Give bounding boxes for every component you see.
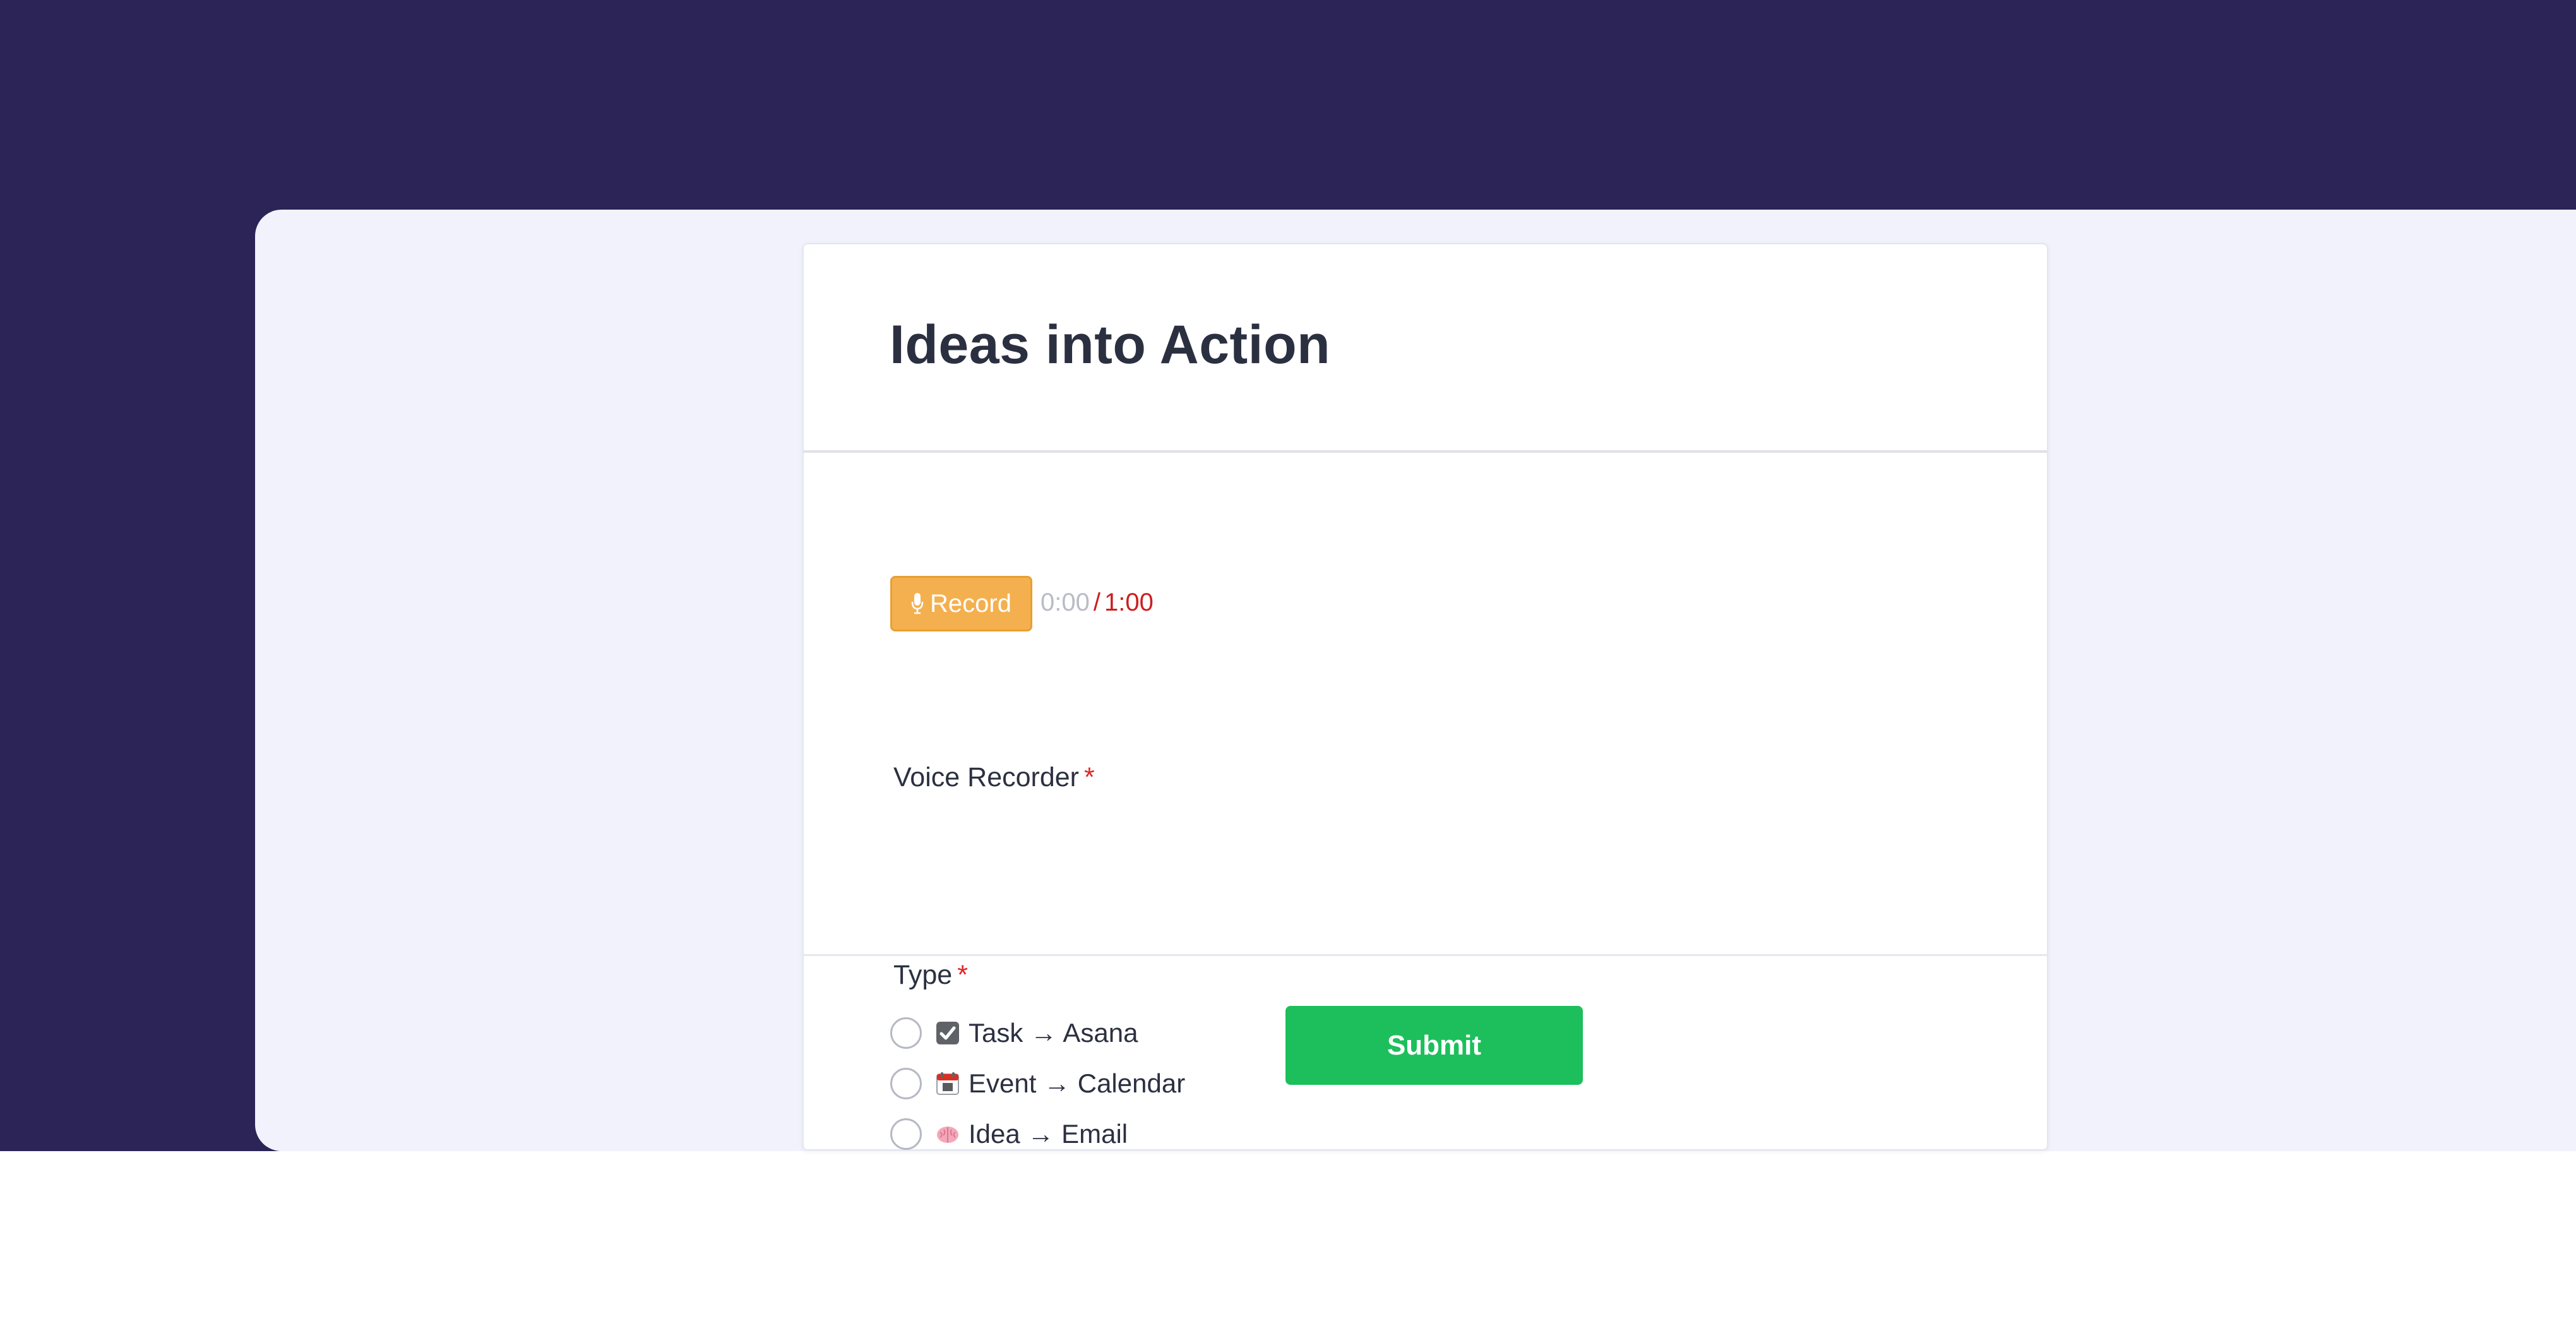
record-button[interactable]: Record: [890, 576, 1032, 631]
microphone-icon: [911, 593, 924, 614]
brain-icon: [934, 1121, 961, 1147]
calendar-icon: [934, 1070, 961, 1097]
form-card: Ideas into Action Voice Recorder * Record…: [802, 243, 2048, 1151]
form-title: Ideas into Action: [890, 314, 1331, 375]
type-option-idea[interactable]: Idea → Email: [890, 1116, 1128, 1152]
record-button-label: Record: [930, 589, 1011, 618]
radio-button[interactable]: [890, 1068, 922, 1099]
check-box-icon: [934, 1020, 961, 1046]
recording-timer: 0:00/1:00: [1041, 589, 1154, 617]
type-label-text: Type: [893, 960, 953, 990]
timer-elapsed: 0:00: [1041, 589, 1090, 616]
option-label: Event → Calendar: [969, 1068, 1186, 1098]
required-mark: *: [1084, 762, 1095, 792]
footer-divider: [804, 954, 2047, 956]
timer-limit: 1:00: [1104, 589, 1154, 616]
voice-recorder-label: Voice Recorder *: [893, 762, 1095, 793]
radio-button[interactable]: [890, 1017, 922, 1049]
type-label: Type *: [893, 960, 968, 991]
type-option-event[interactable]: Event → Calendar: [890, 1066, 1185, 1101]
option-label: Idea → Email: [969, 1119, 1128, 1149]
voice-recorder-label-text: Voice Recorder: [893, 762, 1079, 792]
timer-separator: /: [1093, 589, 1100, 616]
required-mark: *: [957, 960, 968, 990]
radio-button[interactable]: [890, 1118, 922, 1150]
form-header: Ideas into Action: [804, 244, 2047, 453]
submit-button[interactable]: Submit: [1285, 1006, 1583, 1085]
type-option-task[interactable]: Task → Asana: [890, 1015, 1138, 1051]
option-label: Task → Asana: [969, 1018, 1138, 1048]
